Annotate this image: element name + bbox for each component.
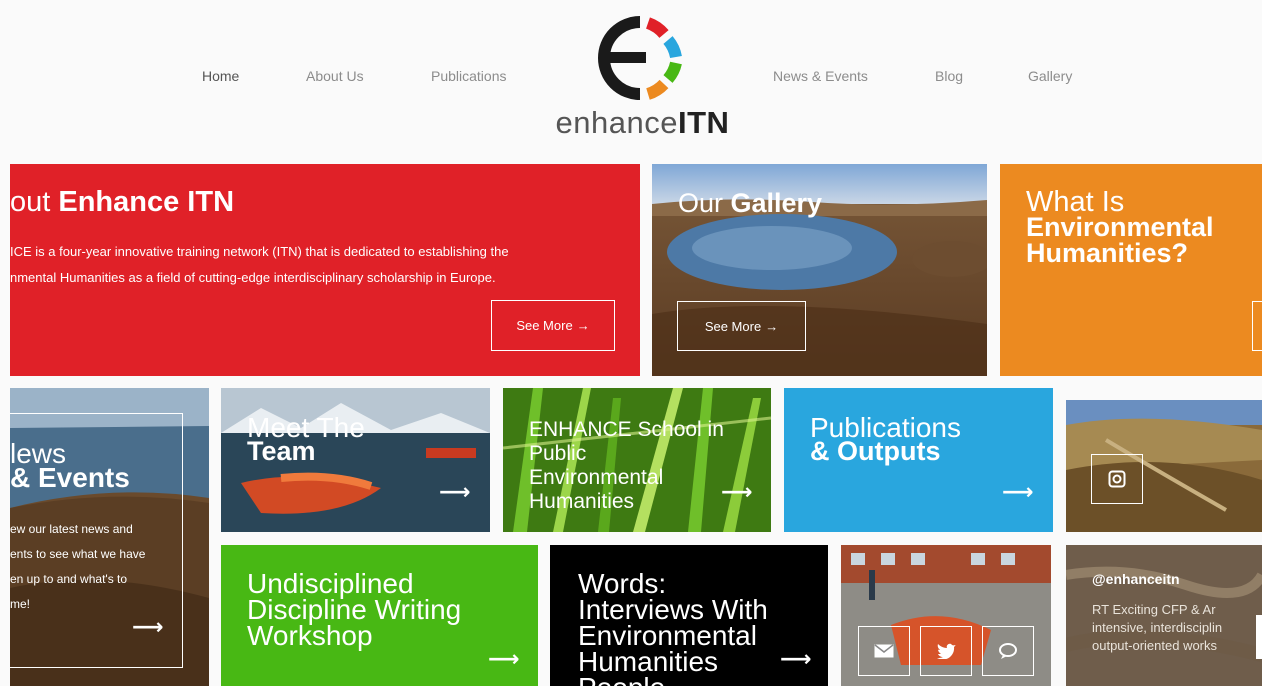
what-is-line-2: Environmental [1026, 212, 1214, 242]
chat-button[interactable] [982, 626, 1034, 676]
news-events-tile[interactable]: lews & Events ew our latest news and ent… [10, 388, 209, 686]
words-title-5: People [578, 674, 665, 686]
what-is-see-more-button[interactable] [1252, 301, 1262, 351]
twitter-button[interactable] [920, 626, 972, 676]
twitter-icon [937, 643, 956, 659]
workshop-title-3: Workshop [247, 620, 373, 651]
twitter-feed-tile[interactable]: @enhanceitn RT Exciting CFP & Ar intensi… [1066, 545, 1262, 686]
logo-wordmark: enhanceITN [555, 105, 730, 140]
about-text-line-2: nmental Humanities as a field of cutting… [10, 270, 496, 285]
words-arrow-icon[interactable]: ⟶ [780, 648, 812, 670]
publications-title-2: & Outputs [810, 436, 941, 466]
nav-news-events[interactable]: News & Events [773, 68, 868, 84]
publications-arrow-icon[interactable]: ⟶ [1002, 481, 1034, 503]
about-text-line-1: ICE is a four-year innovative training n… [10, 244, 509, 259]
tweet-line-1: RT Exciting CFP & Ar [1092, 602, 1216, 617]
nav-about-us[interactable]: About Us [306, 68, 364, 84]
news-text-3: en up to and what's to [10, 572, 128, 586]
about-title: out Enhance ITN [10, 186, 235, 218]
words-tile[interactable]: Words: Interviews With Environmental Hum… [550, 545, 828, 686]
about-see-more-button[interactable]: See More → [491, 300, 615, 351]
instagram-tile[interactable] [1066, 400, 1262, 532]
about-tile[interactable]: out Enhance ITN ICE is a four-year innov… [10, 164, 640, 376]
twitter-handle[interactable]: @enhanceitn [1092, 572, 1180, 586]
school-title-1: ENHANCE School in [529, 418, 724, 441]
gallery-tile[interactable]: Our Gallery See More → [652, 164, 987, 376]
tweet-line-3: output-oriented works [1092, 638, 1218, 653]
team-title-2: Team [247, 436, 316, 466]
nav-blog[interactable]: Blog [935, 68, 963, 84]
workshop-tile[interactable]: Undisciplined Discipline Writing Worksho… [221, 545, 538, 686]
chat-icon [999, 643, 1017, 659]
school-arrow-icon[interactable]: ⟶ [721, 481, 753, 503]
logo-mark [598, 16, 682, 100]
news-text-1: ew our latest news and [10, 522, 133, 536]
arrow-right-icon: → [765, 318, 779, 334]
what-is-line-3: Humanities? [1026, 238, 1189, 268]
tweet-scroll-tab[interactable] [1256, 615, 1262, 659]
nav-home[interactable]: Home [202, 68, 239, 84]
gallery-see-more-button[interactable]: See More → [677, 301, 806, 351]
nav-gallery[interactable]: Gallery [1028, 68, 1072, 84]
email-icon [874, 644, 894, 658]
instagram-button[interactable] [1091, 454, 1143, 504]
school-title-3: Environmental [529, 466, 664, 489]
gallery-title: Our Gallery [678, 188, 823, 218]
team-tile[interactable]: Meet The Team ⟶ [221, 388, 490, 532]
publications-tile[interactable]: Publications & Outputs ⟶ [784, 388, 1053, 532]
email-button[interactable] [858, 626, 910, 676]
arrow-right-icon: → [576, 318, 590, 333]
social-tile [841, 545, 1051, 686]
school-tile[interactable]: ENHANCE School in Public Environmental H… [503, 388, 771, 532]
instagram-icon [1108, 470, 1126, 488]
site-logo[interactable]: enhanceITN [540, 12, 745, 144]
tweet-line-2: intensive, interdisciplin [1092, 620, 1223, 635]
school-title-4: Humanities [529, 490, 635, 513]
nav-publications[interactable]: Publications [431, 68, 507, 84]
news-title-2: & Events [10, 462, 130, 493]
news-text-4: me! [10, 597, 31, 611]
team-arrow-icon[interactable]: ⟶ [439, 481, 471, 503]
news-arrow-icon[interactable]: ⟶ [132, 616, 164, 638]
workshop-arrow-icon[interactable]: ⟶ [488, 648, 520, 670]
school-title-2: Public [529, 442, 587, 465]
what-is-tile[interactable]: What Is Environmental Humanities? [1000, 164, 1262, 376]
news-text-2: ents to see what we have [10, 547, 146, 561]
